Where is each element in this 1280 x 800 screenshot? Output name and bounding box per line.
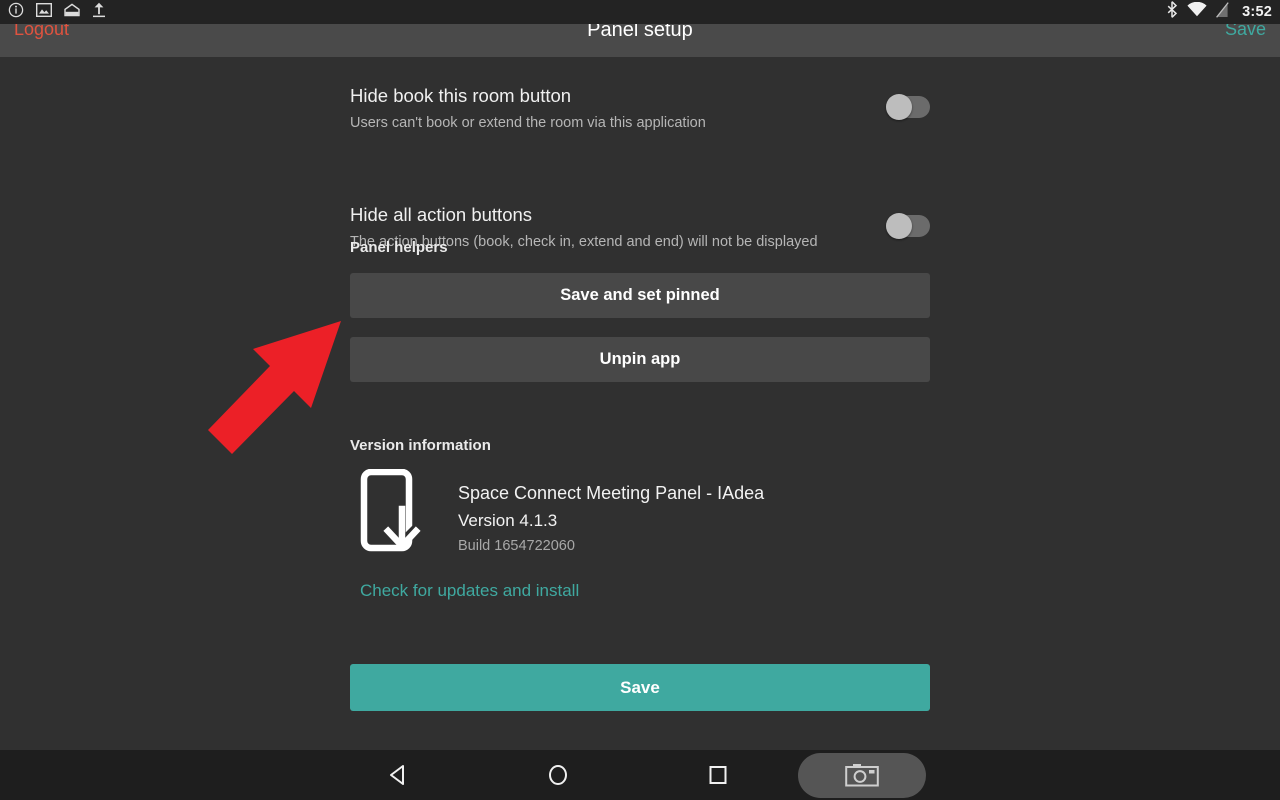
setting-title: Hide all action buttons [350, 204, 533, 225]
app-name: Space Connect Meeting Panel - IAdea [458, 483, 765, 503]
version-text-block: Space Connect Meeting Panel - IAdea Vers… [458, 469, 764, 556]
status-bar: 3:52 [0, 0, 1280, 24]
status-bar-clock: 3:52 [1242, 4, 1272, 20]
save-and-set-pinned-button[interactable]: Save and set pinned [350, 273, 930, 318]
status-bar-right-icons: 3:52 [1166, 1, 1272, 23]
setting-subtitle: Users can't book or extend the room via … [350, 115, 706, 131]
open-envelope-icon [64, 3, 80, 22]
back-icon[interactable] [318, 750, 478, 800]
section-label: Panel helpers [350, 239, 448, 256]
upload-icon [92, 2, 106, 23]
recents-icon[interactable] [638, 750, 798, 800]
toggle-hide-all-action-buttons[interactable] [886, 213, 930, 239]
save-button[interactable]: Save [350, 664, 930, 711]
check-updates-row: Check for updates and install [350, 581, 930, 601]
app-version: Version 4.1.3 [458, 511, 558, 530]
app-build: Build 1654722060 [458, 538, 575, 554]
bluetooth-icon [1166, 1, 1178, 23]
section-label: Version information [350, 437, 491, 454]
info-icon [8, 2, 24, 23]
footer-save-row: Save [350, 664, 930, 711]
version-information-block: Space Connect Meeting Panel - IAdea Vers… [350, 468, 930, 557]
settings-content: Hide book this room button Users can't b… [0, 57, 1280, 750]
status-bar-left-icons [8, 2, 106, 23]
home-icon[interactable] [478, 750, 638, 800]
unpin-app-row: Unpin app [350, 337, 930, 382]
image-icon [35, 2, 53, 22]
panel-helpers-label: Panel helpers [350, 239, 930, 256]
toggle-knob [886, 94, 912, 120]
wifi-icon [1187, 1, 1207, 22]
setting-hide-book-this-room: Hide book this room button Users can't b… [350, 85, 930, 132]
toggle-hide-book-this-room[interactable] [886, 94, 930, 120]
android-screen: 3:52 Logout Panel setup Save Hide book t… [0, 0, 1280, 800]
save-and-set-pinned-row: Save and set pinned [350, 273, 930, 318]
signal-off-icon [1216, 1, 1229, 23]
setting-title: Hide book this room button [350, 85, 572, 106]
android-navigation-bar [0, 750, 1280, 800]
unpin-app-button[interactable]: Unpin app [350, 337, 930, 382]
version-information-label: Version information [350, 437, 930, 454]
check-for-updates-link[interactable]: Check for updates and install [360, 581, 579, 601]
screenshot-camera-icon[interactable] [798, 752, 926, 798]
device-download-icon [358, 468, 428, 557]
toggle-knob [886, 213, 912, 239]
